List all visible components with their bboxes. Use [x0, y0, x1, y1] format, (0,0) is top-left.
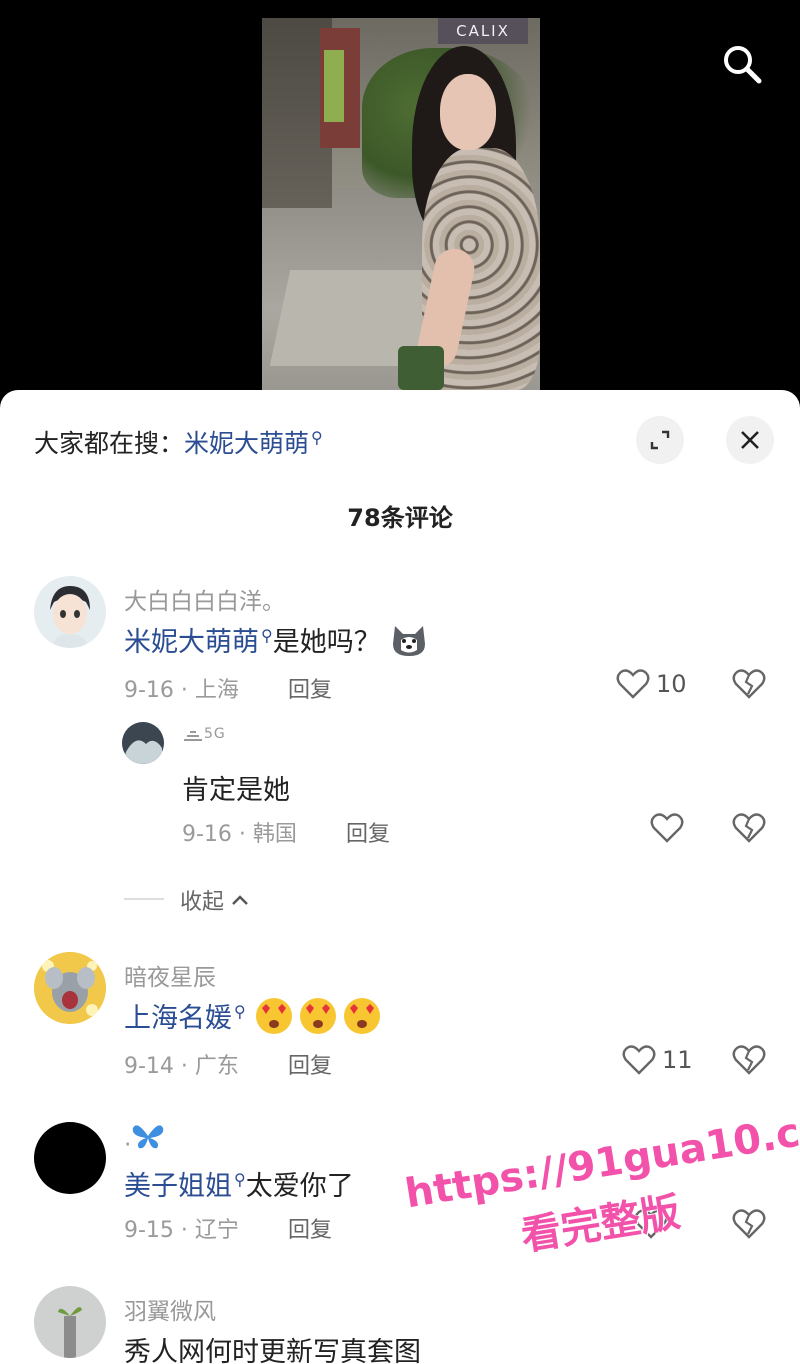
close-button[interactable] — [726, 416, 774, 464]
reply-username[interactable]: 5G — [182, 726, 226, 742]
search-small-icon: ⚲ — [261, 626, 273, 645]
video-thumbnail[interactable]: CALIX — [262, 18, 540, 390]
heart-icon — [650, 813, 684, 843]
search-small-icon: ⚲ — [234, 1170, 246, 1189]
dislike-button[interactable] — [732, 1044, 766, 1080]
dislike-button[interactable] — [732, 1208, 766, 1244]
reply-button[interactable]: 回复 — [346, 816, 390, 848]
building-green-panel — [324, 50, 344, 122]
comment-sheet: 大家都在搜：米妮大萌萌⚲ 78条评论 大白白白白洋。 米妮大萌萌⚲是她吗？ — [0, 390, 800, 1364]
reply-username-text: 5G — [204, 726, 226, 742]
search-prompt-label: 大家都在搜： — [34, 429, 185, 458]
comment-date-location: 9-15 · 辽宁 — [124, 1218, 239, 1243]
like-button[interactable] — [634, 1208, 668, 1240]
woman-face — [440, 74, 496, 150]
search-icon[interactable] — [720, 42, 764, 86]
collapse-divider — [124, 898, 164, 900]
store-sign: CALIX — [438, 18, 528, 44]
comment-mention[interactable]: 美子姐姐 — [124, 1171, 232, 1202]
signal-icon — [184, 731, 202, 741]
video-area[interactable]: CALIX — [0, 0, 800, 400]
comment-text: 美子姐姐 ⚲太爱你了 — [124, 1164, 354, 1203]
comment-body: 是她吗？ — [272, 627, 381, 658]
broken-heart-icon — [732, 813, 766, 843]
comment-username[interactable]: 羽翼微风 — [124, 1292, 216, 1326]
comment-count: 78条评论 — [347, 504, 453, 532]
expand-button[interactable] — [636, 416, 684, 464]
heart-icon — [634, 1209, 668, 1239]
reply-button[interactable]: 回复 — [288, 1048, 332, 1080]
heart-icon — [616, 669, 650, 699]
broken-heart-icon — [732, 1045, 766, 1075]
like-button[interactable]: 11 — [622, 1044, 693, 1076]
collapse-label: 收起 — [180, 890, 225, 915]
collapse-button[interactable]: 收起 — [180, 884, 250, 916]
chevron-up-icon — [232, 895, 248, 905]
comment-text: 秀人网何时更新写真套图 — [124, 1337, 421, 1364]
reply-date-location: 9-16 · 韩国 — [182, 822, 297, 847]
comment-body: 太爱你了 — [245, 1171, 354, 1202]
handbag — [398, 346, 444, 390]
like-button[interactable]: 10 — [616, 668, 687, 700]
like-count: 11 — [662, 1046, 693, 1074]
comment-mention[interactable]: 米妮大萌萌 — [124, 627, 259, 658]
comment-date-location: 9-14 · 广东 — [124, 1054, 239, 1079]
like-count: 10 — [656, 670, 687, 698]
store-sign-text: CALIX — [456, 22, 510, 40]
heart-icon — [622, 1045, 656, 1075]
comment-username[interactable]: . — [124, 1122, 165, 1156]
comment-username[interactable]: 暗夜星辰 — [124, 958, 216, 992]
avatar[interactable] — [34, 1122, 106, 1194]
comment-username[interactable]: 大白白白白洋。 — [124, 582, 285, 616]
close-icon — [741, 431, 759, 449]
comment-date-location: 9-16 · 上海 — [124, 678, 239, 703]
avatar[interactable] — [34, 1286, 106, 1358]
avatar[interactable] — [34, 576, 106, 648]
comment-text: 上海名媛 ⚲ — [124, 996, 386, 1043]
reply-button[interactable]: 回复 — [288, 672, 332, 704]
reply-button[interactable]: 回复 — [288, 1212, 332, 1244]
like-button[interactable] — [650, 812, 684, 844]
avatar[interactable] — [122, 722, 164, 764]
search-suggestion-term[interactable]: 米妮大萌萌 — [184, 429, 309, 458]
comment-mention[interactable]: 上海名媛 — [124, 1003, 232, 1034]
expand-icon — [650, 430, 670, 450]
broken-heart-icon — [732, 669, 766, 699]
heart-eyes-emoji — [254, 996, 386, 1043]
dislike-button[interactable] — [732, 812, 766, 848]
broken-heart-icon — [732, 1209, 766, 1239]
avatar[interactable] — [34, 952, 106, 1024]
butterfly-emoji — [131, 1122, 165, 1156]
comment-text: 米妮大萌萌 ⚲是她吗？ — [124, 620, 429, 665]
dislike-button[interactable] — [732, 668, 766, 704]
search-suggestion[interactable]: 大家都在搜：米妮大萌萌 ⚲ — [34, 424, 323, 460]
reply-text: 肯定是她 — [182, 775, 290, 806]
search-small-icon: ⚲ — [311, 427, 323, 447]
husky-emoji — [389, 622, 429, 665]
search-small-icon: ⚲ — [234, 1002, 246, 1021]
